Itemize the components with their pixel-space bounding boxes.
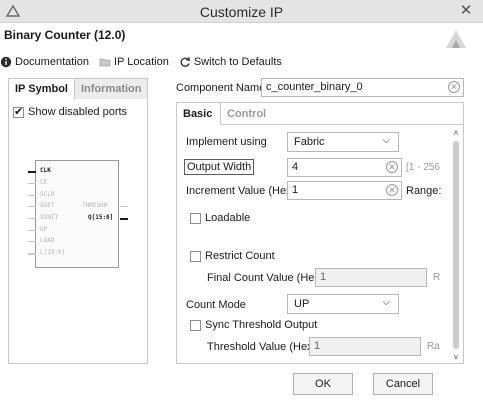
tab-ip-symbol[interactable]: IP Symbol bbox=[9, 79, 75, 99]
implement-using-label: Implement using bbox=[186, 136, 267, 148]
loadable-checkbox[interactable] bbox=[190, 212, 201, 224]
port-line-q bbox=[120, 218, 128, 220]
loadable-label: Loadable bbox=[205, 212, 251, 224]
final-count-input[interactable]: 1 bbox=[315, 268, 427, 287]
tab-information[interactable]: Information bbox=[75, 79, 147, 99]
sync-threshold-row[interactable]: Sync Threshold Output bbox=[190, 319, 317, 331]
port-load: LOAD bbox=[40, 237, 55, 244]
show-disabled-ports-checkbox[interactable] bbox=[13, 105, 24, 118]
loadable-row[interactable]: Loadable bbox=[190, 212, 250, 224]
show-disabled-ports-label: Show disabled ports bbox=[28, 106, 128, 118]
final-count-label: Final Count Value (Hex) bbox=[207, 272, 324, 284]
port-up: UP bbox=[40, 226, 48, 233]
restrict-count-label: Restrict Count bbox=[205, 250, 275, 262]
port-line-thresh0 bbox=[120, 206, 128, 207]
toolbar: Documentation IP Location Switch to Defa… bbox=[0, 54, 292, 70]
settings-panel: Basic Control ˄ ˅ Implement using Fabric… bbox=[176, 102, 464, 364]
component-name-label: Component Name bbox=[176, 82, 266, 94]
close-window-button[interactable]: ✕ bbox=[449, 0, 483, 22]
documentation-menu[interactable]: Documentation bbox=[0, 56, 89, 68]
chevron-down-icon: ⌵ bbox=[382, 135, 390, 146]
increment-value-input[interactable]: 1 ✕ bbox=[287, 181, 402, 200]
port-sset: SSET bbox=[40, 202, 55, 209]
folder-icon bbox=[99, 58, 111, 67]
count-mode-label: Count Mode bbox=[186, 299, 246, 311]
port-line-l bbox=[28, 253, 36, 255]
output-width-range-hint: [1 - 256 bbox=[406, 162, 440, 173]
ip-symbol-panel: IP Symbol Information Show disabled port… bbox=[8, 78, 148, 364]
port-line-sset bbox=[28, 206, 36, 207]
port-line-ce bbox=[28, 183, 36, 184]
window-title: Customize IP bbox=[199, 4, 284, 20]
xilinx-brand-icon bbox=[446, 30, 466, 48]
output-width-value: 4 bbox=[292, 161, 299, 173]
threshold-range-hint: Ra bbox=[427, 341, 440, 352]
restrict-count-row[interactable]: Restrict Count bbox=[190, 250, 275, 262]
increment-value-value: 1 bbox=[292, 184, 299, 196]
port-line-up bbox=[28, 230, 36, 231]
threshold-value-label: Threshold Value (Hex) bbox=[207, 341, 317, 353]
port-line-sclr bbox=[28, 195, 36, 196]
port-line-load bbox=[28, 241, 36, 242]
switch-to-defaults-button[interactable]: Switch to Defaults bbox=[179, 56, 282, 68]
port-thresh0: THRESH0 bbox=[82, 202, 108, 209]
refresh-icon bbox=[180, 57, 190, 67]
component-name-input[interactable]: c_counter_binary_0 ✕ bbox=[261, 78, 464, 97]
clear-output-width-icon[interactable]: ✕ bbox=[386, 161, 398, 173]
component-name-value: c_counter_binary_0 bbox=[266, 81, 363, 93]
final-count-value: 1 bbox=[320, 271, 327, 283]
settings-tab-bar: Basic Control bbox=[177, 103, 463, 125]
scroll-thumb[interactable] bbox=[453, 141, 459, 349]
threshold-value-input[interactable]: 1 bbox=[309, 337, 421, 356]
scroll-up-icon[interactable]: ˄ bbox=[451, 127, 461, 139]
port-q: Q[15:0] bbox=[88, 214, 114, 221]
port-clk: CLK bbox=[40, 167, 51, 174]
clear-increment-value-icon[interactable]: ✕ bbox=[386, 184, 398, 196]
dialog-header: Binary Counter (12.0) Documentation IP L… bbox=[0, 24, 483, 76]
switch-to-defaults-label: Switch to Defaults bbox=[193, 56, 282, 68]
documentation-label: Documentation bbox=[15, 56, 89, 68]
port-sclr: SCLR bbox=[40, 191, 55, 198]
tab-basic[interactable]: Basic bbox=[177, 103, 221, 125]
output-width-input[interactable]: 4 ✕ bbox=[287, 158, 402, 177]
increment-range-hint: Range: bbox=[406, 185, 442, 197]
ok-button[interactable]: OK bbox=[293, 373, 353, 395]
port-line-sinit bbox=[28, 218, 36, 219]
settings-scrollbar[interactable]: ˄ ˅ bbox=[451, 127, 461, 363]
implement-using-select[interactable]: Fabric ⌵ bbox=[287, 132, 399, 152]
count-mode-value: UP bbox=[294, 298, 310, 310]
count-mode-select[interactable]: UP ⌵ bbox=[287, 294, 399, 314]
ip-location-label: IP Location bbox=[114, 56, 169, 68]
sync-threshold-label: Sync Threshold Output bbox=[205, 319, 318, 331]
ip-location-button[interactable]: IP Location bbox=[99, 56, 169, 68]
port-l: L[15:0] bbox=[40, 249, 66, 256]
port-ce: CE bbox=[40, 179, 48, 186]
final-count-range-hint: R bbox=[433, 272, 441, 283]
threshold-value-value: 1 bbox=[314, 340, 321, 352]
ip-symbol-block: CLK CE SCLR SSET SINIT UP LOAD L[15:0] T… bbox=[28, 160, 128, 268]
tab-control[interactable]: Control bbox=[221, 103, 267, 125]
info-icon bbox=[0, 56, 12, 68]
sync-threshold-checkbox[interactable] bbox=[190, 319, 201, 331]
clear-component-name-icon[interactable]: ✕ bbox=[448, 81, 460, 93]
restrict-count-checkbox[interactable] bbox=[190, 250, 201, 262]
port-sinit: SINIT bbox=[40, 214, 59, 221]
ip-title: Binary Counter (12.0) bbox=[4, 28, 126, 42]
cancel-button[interactable]: Cancel bbox=[373, 373, 433, 395]
left-tab-bar: IP Symbol Information bbox=[9, 79, 147, 99]
port-line-clk bbox=[28, 171, 36, 173]
title-bar: Customize IP ✕ bbox=[0, 0, 483, 23]
show-disabled-ports-row[interactable]: Show disabled ports bbox=[13, 105, 128, 118]
output-width-label: Output Width bbox=[184, 159, 255, 175]
chevron-down-icon: ⌵ bbox=[382, 297, 390, 308]
implement-using-value: Fabric bbox=[294, 136, 325, 148]
scroll-down-icon[interactable]: ˅ bbox=[451, 351, 461, 363]
increment-value-label: Increment Value (Hex) bbox=[186, 185, 296, 197]
